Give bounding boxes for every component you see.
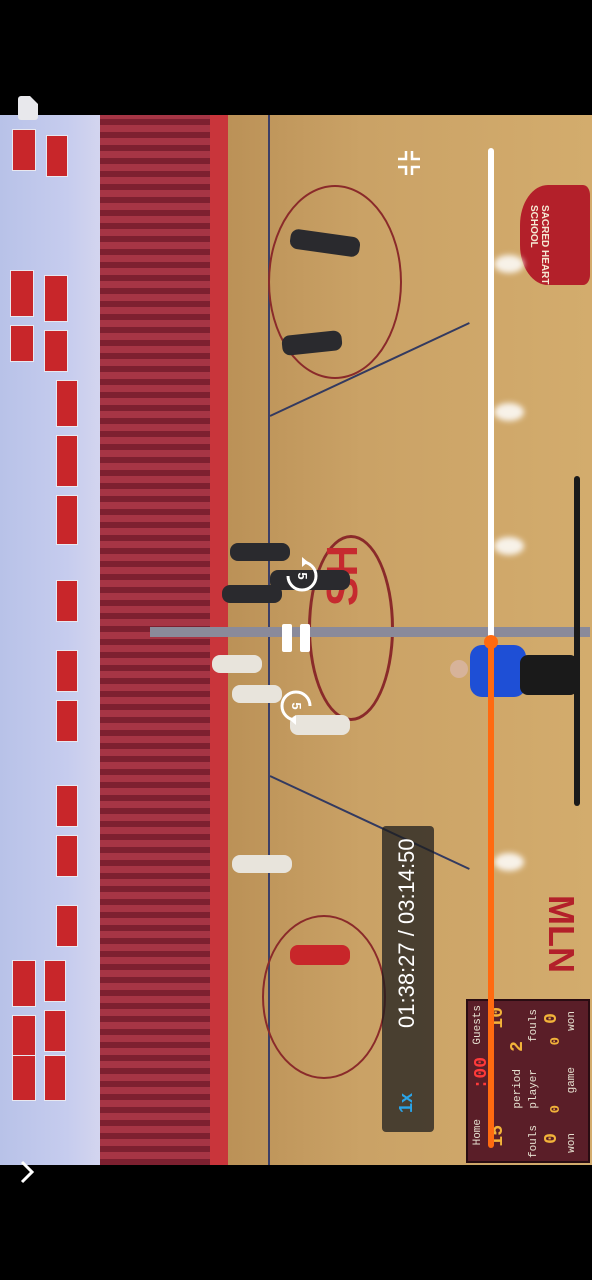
light-reflection	[494, 255, 524, 273]
scoreboard: Home Guests 15 10 :00 period 2 player fo…	[466, 999, 590, 1163]
light-reflection	[494, 853, 524, 871]
wall-banner	[56, 905, 78, 947]
wall-banner	[56, 435, 78, 487]
pause-icon	[282, 624, 292, 652]
wall-banner	[12, 1015, 36, 1057]
player	[230, 543, 290, 561]
collapse-fullscreen-icon[interactable]	[396, 148, 422, 178]
wall-banner	[10, 325, 34, 362]
document-icon[interactable]	[18, 96, 38, 120]
light-reflection	[494, 403, 524, 421]
wall-banner	[56, 580, 78, 622]
player	[212, 655, 262, 673]
wall-banner	[56, 785, 78, 827]
scoreboard-guests-label: Guests	[472, 1005, 484, 1045]
playback-progress-bar[interactable]	[484, 148, 498, 1148]
referee-legs	[520, 655, 578, 695]
player	[232, 855, 292, 873]
scoreboard-won-label-guests: won	[566, 1011, 578, 1031]
scoreboard-player-label: player	[528, 1069, 540, 1109]
chevron-right-icon[interactable]	[14, 1156, 42, 1188]
side-handle-bar[interactable]	[574, 476, 580, 806]
wall-banner	[56, 650, 78, 692]
referee	[470, 645, 526, 697]
progress-remaining	[488, 148, 494, 642]
wall-banner	[56, 835, 78, 877]
wall-banner	[44, 275, 68, 322]
wall-banner	[56, 495, 78, 545]
scoreboard-period-value: 2	[508, 1041, 528, 1052]
wall-banner	[56, 380, 78, 427]
volleyball-net	[150, 627, 590, 637]
progress-scrubber-handle[interactable]	[484, 635, 498, 649]
wall-banner	[44, 1055, 66, 1101]
scoreboard-won-label-home: won	[566, 1133, 578, 1153]
wall-banner	[44, 1010, 66, 1052]
scoreboard-fouls-label-guests: fouls	[528, 1009, 540, 1043]
playback-speed-button[interactable]: 1x	[396, 1088, 420, 1118]
baseline-lettering: MLN	[541, 895, 582, 973]
scoreboard-fouls-home: 0	[542, 1133, 562, 1144]
skip-back-seconds: 5	[289, 702, 304, 710]
pause-icon	[300, 624, 310, 652]
school-seal-logo: SACRED HEART SCHOOL	[520, 185, 590, 285]
court-arc	[262, 915, 386, 1079]
wall-banner	[12, 129, 36, 171]
video-player-screen: SH SACRED HEART SCHOOL MLN Home Guests 1…	[0, 0, 592, 1280]
time-display: 01:38:27 / 03:14:50	[394, 838, 419, 1028]
court-sideline	[210, 115, 228, 1165]
progress-played	[488, 642, 494, 1148]
referee-head	[450, 660, 468, 678]
light-reflection	[494, 537, 524, 555]
scoreboard-fouls-guests: 0	[542, 1013, 562, 1024]
player	[290, 945, 350, 965]
time-overlay: 01:38:27 / 03:14:50 1x	[382, 826, 434, 1132]
player	[232, 685, 282, 703]
wall-banner	[46, 135, 68, 177]
scoreboard-won-guests: 0	[548, 1037, 564, 1046]
skip-forward-seconds: 5	[295, 572, 310, 580]
chevron-right-glyph	[20, 1160, 35, 1184]
scoreboard-fouls-label-home: fouls	[528, 1125, 540, 1159]
wall-banner	[12, 1055, 36, 1101]
wall-banner	[10, 270, 34, 317]
wall-banner	[44, 330, 68, 372]
scoreboard-home-label: Home	[472, 1119, 484, 1146]
school-seal-text: SACRED HEART SCHOOL	[528, 205, 550, 285]
wall-banner	[44, 960, 66, 1002]
player	[222, 585, 282, 603]
bleachers	[100, 115, 210, 1165]
wall-banner	[12, 960, 36, 1007]
scoreboard-period-label: period	[512, 1069, 524, 1109]
scoreboard-game-label: game	[566, 1067, 578, 1094]
scoreboard-won-home: 0	[548, 1105, 564, 1114]
collapse-fullscreen-glyph	[398, 151, 420, 175]
wall-banner	[56, 700, 78, 742]
pause-button[interactable]	[280, 620, 312, 656]
